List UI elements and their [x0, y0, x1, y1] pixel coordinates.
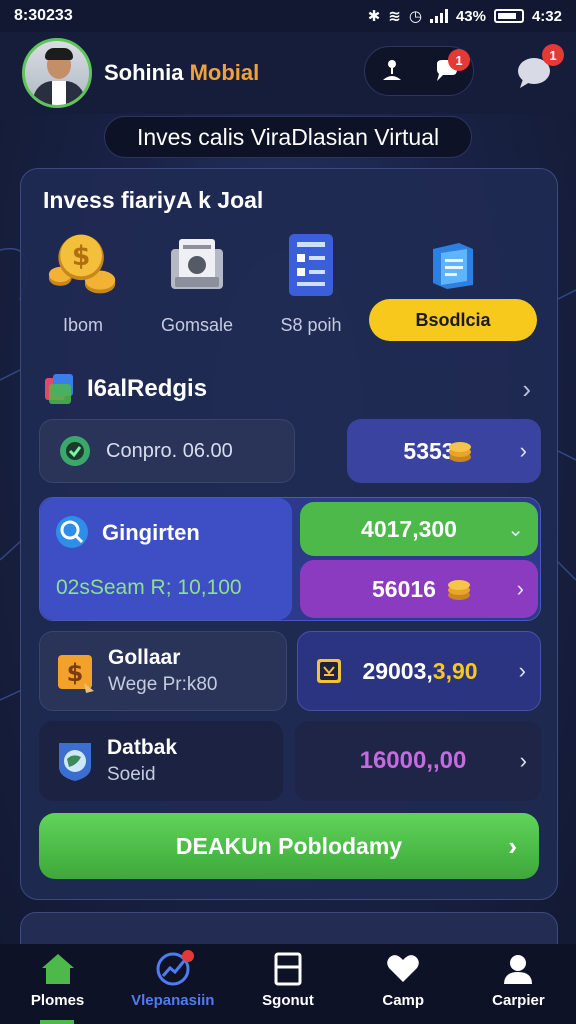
gingirten-green-value: 4017,300: [361, 515, 457, 542]
row-gingirten: Gingirten 02sSeam R; 10,100 4017,300 ⌄ 5…: [39, 497, 541, 621]
conpro-label: Conpro. 06.00: [106, 439, 233, 462]
datbak-title: Datbak: [107, 736, 178, 759]
quick-action-gomsale[interactable]: Gomsale: [137, 229, 257, 339]
heart-chat-icon: [387, 955, 419, 982]
gollaar-pill[interactable]: $ Gollaar Wege Pr:k80: [39, 631, 287, 711]
bottom-nav: Plomes Vlepanasiin Sgonut Camp Carpier: [0, 944, 576, 1024]
datbak-pill[interactable]: Datbak Soeid: [39, 721, 283, 801]
gold-coins-icon: $: [47, 229, 119, 301]
brand-name: Sohinia Mobial: [104, 60, 259, 86]
datbak-value: 16000,,00: [359, 747, 467, 774]
app-header: Sohinia Mobial 1 1: [0, 32, 576, 114]
gingirten-sub: 02sSeam R; 10,100: [56, 576, 242, 599]
section-title: I6alRedgis: [87, 375, 208, 402]
status-time-right: 4:32: [531, 7, 562, 25]
joystick-icon: [383, 60, 401, 80]
layers-icon: [45, 374, 73, 404]
brand-accent: Mobial: [189, 60, 260, 85]
primary-cta-button[interactable]: DEAKUn Poblodamy ›: [39, 813, 539, 879]
coin-stack-icon: [449, 442, 471, 462]
brand-main: Sohinia: [104, 60, 190, 85]
chevron-right-icon: ›: [519, 438, 527, 463]
gingirten-purple-value: 56016: [372, 575, 436, 602]
section-header[interactable]: I6alRedgis ›: [43, 369, 537, 409]
search-circle-icon: [56, 516, 88, 548]
wifi-icon: ≋: [388, 8, 401, 25]
datbak-sub: Soeid: [107, 764, 156, 785]
book-icon: [417, 229, 489, 301]
gingirten-green-pill[interactable]: 4017,300 ⌄: [300, 502, 538, 556]
chevron-right-icon: ›: [508, 830, 517, 861]
status-bar: 8:30233 ✱ ≋ ◷ 43% 4:32: [0, 0, 576, 32]
blue-form-icon: [275, 229, 347, 301]
chat-badge: 1: [542, 44, 564, 66]
gollaar-value-b: 3,90: [432, 657, 478, 684]
bluetooth-icon: ✱: [367, 8, 381, 25]
gollaar-sub: Wege Pr:k80: [108, 674, 218, 695]
battery-percent: 43%: [455, 7, 486, 25]
home-icon: [41, 954, 74, 984]
gollaar-value-pill[interactable]: 29003, 3,90 ›: [297, 631, 541, 711]
nav-item-sgonut[interactable]: Sgonut: [230, 944, 345, 1024]
status-time: 8:30233: [14, 7, 73, 24]
datbak-value-pill[interactable]: 16000,,00 ›: [295, 721, 541, 801]
gingirten-title: Gingirten: [102, 520, 200, 545]
chevron-down-icon: ⌄: [507, 518, 524, 541]
svg-text:$: $: [72, 241, 90, 272]
svg-text:$: $: [67, 659, 84, 687]
gollaar-title: Gollaar: [108, 646, 181, 669]
signal-icon: [429, 9, 448, 23]
conpro-value-pill[interactable]: 5353 ›: [347, 419, 541, 483]
battery-icon: [493, 9, 524, 23]
nav-item-vlepanasiin[interactable]: Vlepanasiin: [115, 944, 230, 1024]
chat-button[interactable]: 1: [514, 44, 564, 92]
quick-action-ibom[interactable]: $ Ibom: [23, 229, 143, 339]
main-card: Invess fiariyA k Joal $ Ibom Gomsale S8 …: [20, 168, 558, 900]
gollaar-value-a: 29003,: [362, 657, 433, 684]
money-bag-icon: $: [58, 655, 94, 693]
profile-icon: [504, 955, 533, 984]
status-icons: ✱ ≋ ◷ 43% 4:32: [367, 7, 562, 26]
shield-check-icon: [60, 436, 90, 466]
joystick-button[interactable]: [378, 57, 406, 85]
row-conpro: Conpro. 06.00 5353 ›: [39, 419, 541, 483]
chevron-right-icon: ›: [519, 748, 527, 773]
notification-button[interactable]: 1: [432, 49, 470, 85]
chevron-right-icon: ›: [522, 373, 531, 404]
chevron-right-icon: ›: [516, 576, 524, 601]
nav-item-plomes[interactable]: Plomes: [0, 944, 115, 1024]
home-bar: [0, 1020, 576, 1024]
gingirten-purple-pill[interactable]: 56016 ›: [300, 560, 538, 618]
notification-badge: 1: [448, 49, 470, 71]
card-title: Invess fiariyA k Joal: [43, 187, 264, 213]
cta-label: DEAKUn Poblodamy: [175, 832, 403, 859]
document-box-icon: [161, 229, 233, 301]
header-actions: 1: [364, 46, 474, 96]
avatar[interactable]: [22, 38, 92, 108]
row-datbak: Datbak Soeid 16000,,00 ›: [39, 721, 541, 801]
active-indicator: [40, 1020, 74, 1024]
globe-shield-icon: [59, 743, 91, 781]
game-icon: [317, 659, 341, 683]
subtitle-pill: Inves calis ViraDlasian Virtual: [104, 116, 472, 158]
nav-item-carpier[interactable]: Carpier: [461, 944, 576, 1024]
document-icon: [274, 952, 302, 986]
chevron-right-icon: ›: [518, 658, 526, 683]
coin-stack-icon: [448, 580, 470, 600]
quick-action-s8poih[interactable]: S8 poih: [251, 229, 371, 339]
row-gollaar: $ Gollaar Wege Pr:k80 29003, 3,90 ›: [39, 631, 541, 711]
conpro-pill[interactable]: Conpro. 06.00: [39, 419, 295, 483]
nav-notification-dot: [182, 950, 195, 962]
nav-item-camp[interactable]: Camp: [346, 944, 461, 1024]
alarm-icon: ◷: [408, 8, 422, 25]
quick-action-active-button[interactable]: Bsodlcia: [369, 299, 537, 341]
gingirten-panel[interactable]: Gingirten 02sSeam R; 10,100: [40, 498, 292, 620]
